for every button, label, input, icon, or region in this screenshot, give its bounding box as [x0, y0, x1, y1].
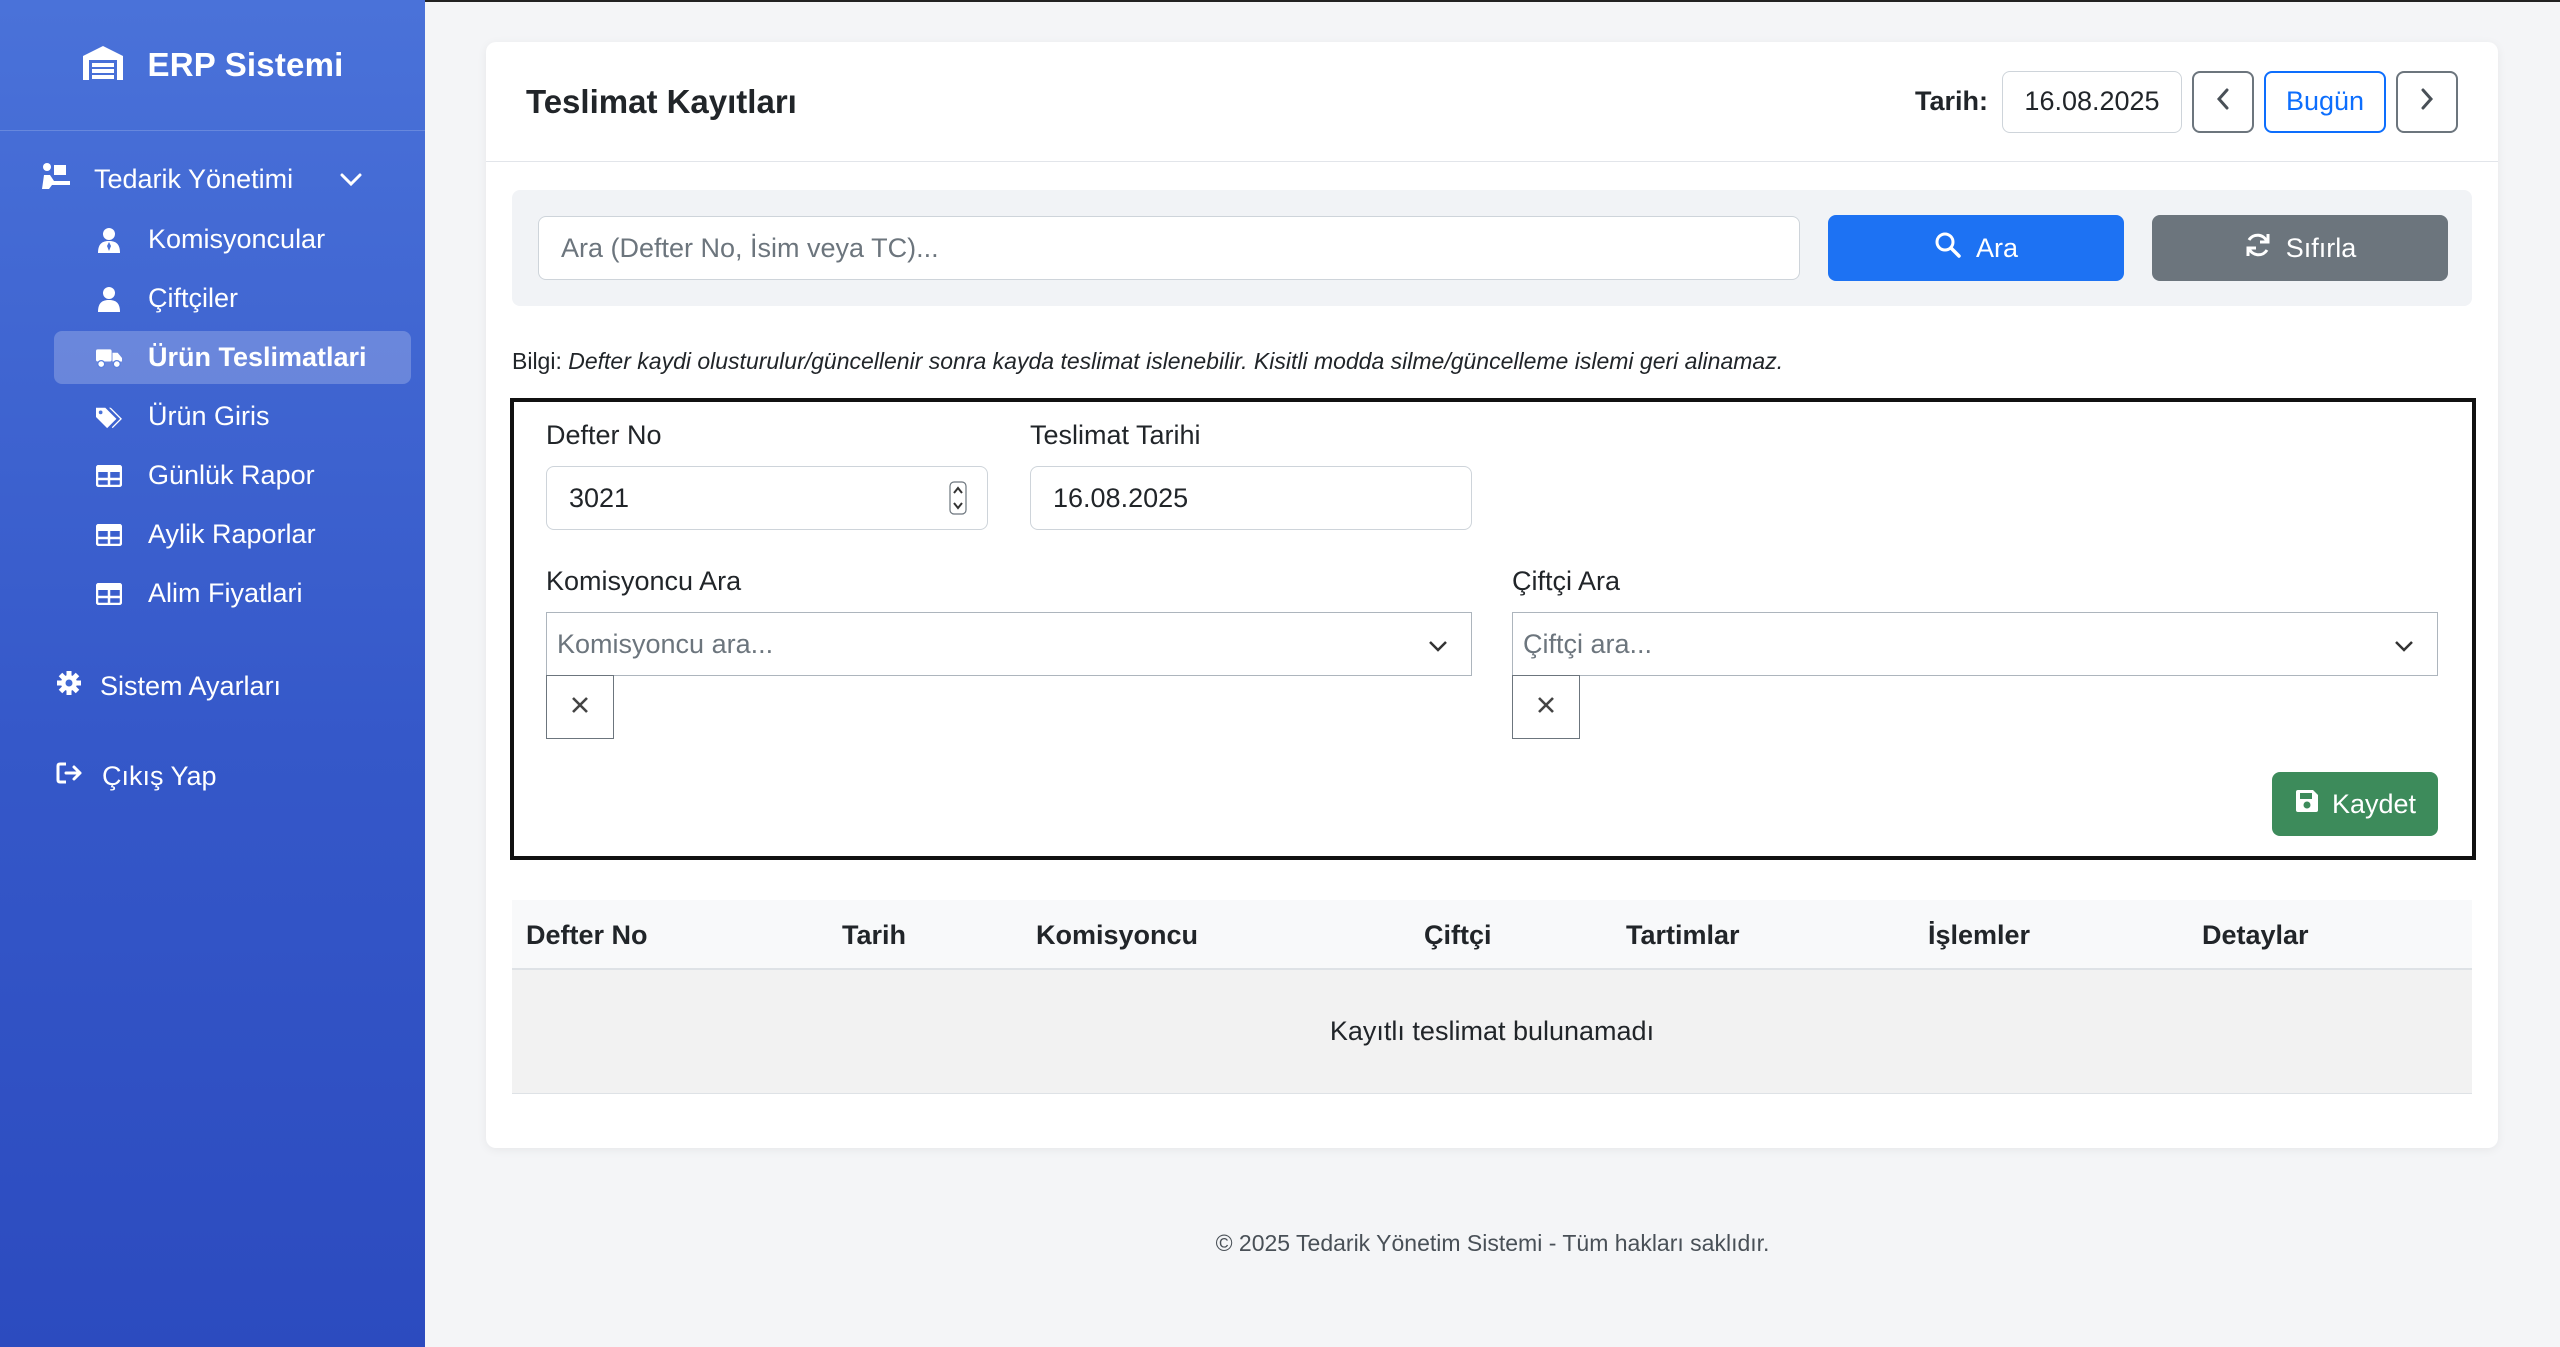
date-input[interactable]: 16.08.2025 [2002, 70, 2182, 133]
sidebar-item-label: Çıkış Yap [102, 760, 217, 791]
deliveries-table: Defter No Tarih Komisyoncu Çiftçi Tartim… [512, 900, 2472, 1094]
sidebar-item-label: Ürün Giris [148, 401, 270, 431]
top-border [425, 0, 2560, 2]
teslimat-tarihi-input[interactable]: 16.08.2025 [1030, 466, 1472, 530]
defter-no-input[interactable]: 3021 [546, 466, 988, 530]
info-text: Bilgi: Defter kaydi olusturulur/güncelle… [512, 348, 1783, 375]
delivery-form: Defter No 3021 Teslimat Tarihi 16.08.202… [510, 398, 2476, 860]
people-carry-icon [40, 161, 76, 198]
sidebar-item-gunluk-rapor[interactable]: Günlük Rapor [54, 449, 411, 502]
sidebar-item-logout[interactable]: Çıkış Yap [0, 748, 425, 804]
truck-icon [96, 345, 122, 371]
sidebar-item-label: Alim Fiyatlari [148, 578, 303, 608]
search-button[interactable]: Ara [1828, 215, 2124, 281]
save-icon [2294, 788, 2320, 821]
today-button[interactable]: Bugün [2264, 70, 2386, 133]
search-panel: Ara (Defter No, İsim veya TC)... Ara Sıf… [512, 190, 2472, 306]
info-prefix: Bilgi: [512, 348, 562, 374]
sidebar-item-aylik-raporlar[interactable]: Aylik Raporlar [54, 508, 411, 561]
komisyoncu-select[interactable]: Komisyoncu ara... [546, 612, 1472, 676]
column-header[interactable]: Detaylar [2202, 900, 2309, 970]
table-header: Defter No Tarih Komisyoncu Çiftçi Tartim… [512, 900, 2472, 970]
brand-title: ERP Sistemi [147, 46, 344, 83]
user-icon [96, 286, 122, 312]
close-icon [570, 695, 590, 720]
ciftci-placeholder: Çiftçi ara... [1523, 628, 1653, 659]
komisyoncu-label: Komisyoncu Ara [546, 566, 742, 596]
reset-button[interactable]: Sıfırla [2152, 215, 2448, 281]
sidebar-item-label: Çiftçiler [148, 283, 239, 313]
sidebar-item-urun-giris[interactable]: Ürün Giris [54, 390, 411, 443]
chevron-right-icon [2419, 87, 2435, 116]
column-header[interactable]: Çiftçi [1424, 900, 1492, 970]
sidebar-group-tedarik[interactable]: Tedarik Yönetimi [0, 151, 425, 207]
defter-no-label: Defter No [546, 420, 662, 450]
empty-message: Kayıtlı teslimat bulunamadı [1329, 1016, 1655, 1046]
date-navigator: Tarih: 16.08.2025 Bugün [1915, 70, 2458, 133]
deliveries-card: Teslimat Kayıtları Tarih: 16.08.2025 Bug… [486, 42, 2498, 1148]
chevron-down-icon [2393, 633, 2415, 664]
chevron-left-icon [2215, 87, 2231, 116]
sidebar-item-label: Aylik Raporlar [148, 519, 316, 549]
defter-no-value: 3021 [569, 482, 630, 513]
komisyoncu-clear-button[interactable] [546, 675, 614, 739]
sidebar-item-settings[interactable]: Sistem Ayarları [0, 658, 425, 714]
sidebar-item-ciftciler[interactable]: Çiftçiler [54, 272, 411, 325]
sign-out-icon [56, 761, 84, 792]
sidebar: ERP Sistemi Tedarik Yönetimi Komisyoncul… [0, 0, 425, 1347]
sidebar-item-label: Günlük Rapor [148, 460, 315, 490]
gear-icon [56, 670, 82, 703]
page-title: Teslimat Kayıtları [526, 82, 797, 120]
prev-day-button[interactable] [2192, 70, 2254, 133]
sidebar-item-label: Ürün Teslimatlari [148, 342, 367, 372]
sidebar-item-urun-teslimatlari[interactable]: Ürün Teslimatlari [54, 331, 411, 384]
teslimat-tarihi-label: Teslimat Tarihi [1030, 420, 1201, 450]
ciftci-clear-button[interactable] [1512, 675, 1580, 739]
sidebar-group-label: Tedarik Yönetimi [94, 163, 294, 194]
reset-button-label: Sıfırla [2285, 232, 2357, 263]
search-input[interactable]: Ara (Defter No, İsim veya TC)... [538, 216, 1800, 280]
sidebar-item-alim-fiyatlari[interactable]: Alim Fiyatlari [54, 567, 411, 620]
info-message: Defter kaydi olusturulur/güncellenir son… [568, 348, 1784, 374]
empty-row: Kayıtlı teslimat bulunamadı [512, 970, 2472, 1094]
close-icon [1536, 695, 1556, 720]
card-header: Teslimat Kayıtları Tarih: 16.08.2025 Bug… [486, 42, 2498, 162]
user-tie-icon [96, 227, 122, 253]
sidebar-item-label: Sistem Ayarları [100, 670, 282, 701]
column-header[interactable]: Tarih [842, 900, 906, 970]
number-spinner-icon[interactable] [949, 481, 967, 515]
sidebar-item-label: Komisyoncular [148, 224, 326, 254]
chevron-down-icon [339, 164, 363, 195]
column-header[interactable]: Komisyoncu [1036, 900, 1198, 970]
komisyoncu-placeholder: Komisyoncu ara... [557, 628, 774, 659]
column-header[interactable]: İşlemler [1928, 900, 2030, 970]
tags-icon [96, 404, 122, 430]
brand[interactable]: ERP Sistemi [0, 0, 425, 131]
table-icon [96, 522, 122, 548]
ciftci-select[interactable]: Çiftçi ara... [1512, 612, 2438, 676]
sidebar-nav: Tedarik Yönetimi Komisyoncular Çiftçiler [0, 131, 425, 804]
sync-icon [2244, 231, 2272, 266]
next-day-button[interactable] [2396, 70, 2458, 133]
ciftci-label: Çiftçi Ara [1512, 566, 1621, 596]
save-button-label: Kaydet [2331, 788, 2417, 819]
footer: © 2025 Tedarik Yönetim Sistemi - Tüm hak… [1215, 1230, 1770, 1256]
search-button-label: Ara [1975, 232, 2019, 263]
table-icon [96, 581, 122, 607]
column-header[interactable]: Tartimlar [1626, 900, 1740, 970]
column-header[interactable]: Defter No [526, 900, 648, 970]
sidebar-item-komisyoncular[interactable]: Komisyoncular [54, 213, 411, 266]
table-icon [96, 463, 122, 489]
sidebar-submenu: Komisyoncular Çiftçiler Ürün Teslimatlar… [0, 213, 425, 620]
chevron-down-icon [1427, 633, 1449, 664]
date-label: Tarih: [1915, 86, 1988, 116]
warehouse-icon [81, 44, 125, 87]
search-icon [1934, 231, 1962, 266]
save-button[interactable]: Kaydet [2272, 772, 2438, 836]
